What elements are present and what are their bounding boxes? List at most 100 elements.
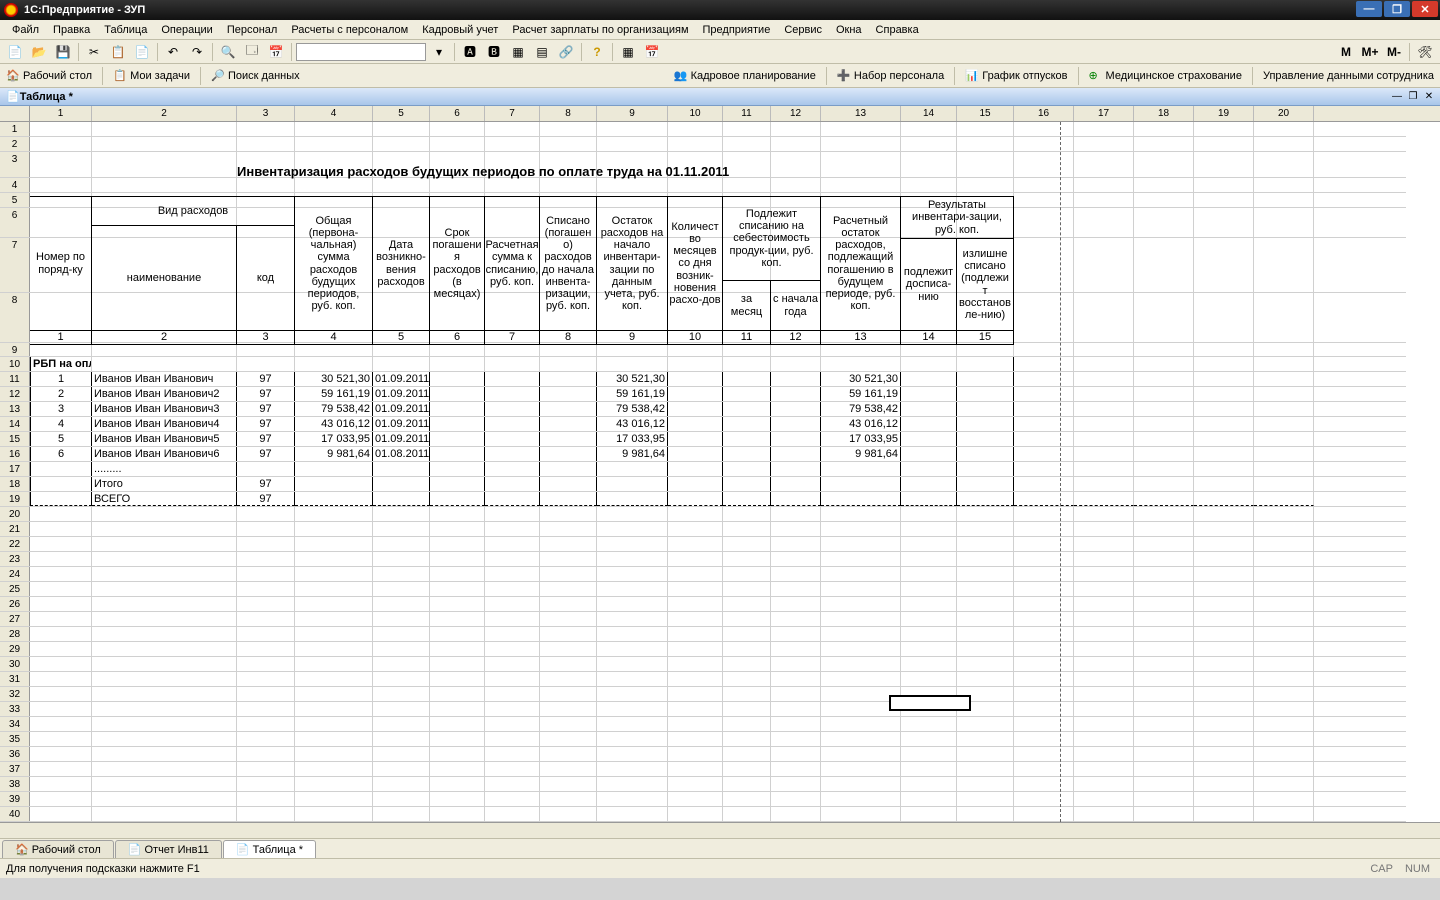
cell[interactable]	[540, 432, 597, 446]
cell[interactable]	[723, 492, 771, 506]
cell[interactable]	[485, 807, 540, 821]
doc-close-icon[interactable]: ✕	[1422, 90, 1436, 104]
cell[interactable]	[668, 387, 723, 401]
cell[interactable]	[373, 612, 430, 626]
cell[interactable]: 2	[30, 387, 92, 401]
cell[interactable]	[901, 732, 957, 746]
cell[interactable]: 59 161,19	[597, 387, 668, 401]
cell[interactable]	[668, 178, 723, 192]
cell[interactable]	[771, 627, 821, 641]
cell[interactable]	[1014, 792, 1074, 806]
row-header[interactable]: 6	[0, 208, 30, 237]
cell[interactable]	[1074, 747, 1134, 761]
cell[interactable]	[430, 122, 485, 136]
cell[interactable]	[597, 612, 668, 626]
cell[interactable]	[92, 137, 237, 151]
cell[interactable]	[1194, 642, 1254, 656]
cell[interactable]	[540, 672, 597, 686]
cell[interactable]	[295, 357, 373, 371]
cell[interactable]	[901, 582, 957, 596]
cell[interactable]	[957, 477, 1014, 491]
cell[interactable]	[771, 387, 821, 401]
cell[interactable]	[30, 642, 92, 656]
cell[interactable]	[723, 417, 771, 431]
cell[interactable]	[1014, 137, 1074, 151]
cell[interactable]	[373, 462, 430, 476]
cell[interactable]	[1074, 447, 1134, 461]
cell[interactable]	[1014, 687, 1074, 701]
cell[interactable]	[901, 492, 957, 506]
cell[interactable]	[957, 372, 1014, 386]
cell[interactable]: 4	[30, 417, 92, 431]
cell[interactable]	[771, 777, 821, 791]
cell[interactable]	[957, 432, 1014, 446]
cell[interactable]	[92, 122, 237, 136]
cell[interactable]	[723, 372, 771, 386]
row-header[interactable]: 40	[0, 807, 30, 821]
cell[interactable]	[597, 567, 668, 581]
a1-icon[interactable]: 🅰	[459, 42, 481, 62]
cell[interactable]	[237, 747, 295, 761]
cell[interactable]	[295, 717, 373, 731]
cell[interactable]	[485, 387, 540, 401]
cell[interactable]	[540, 122, 597, 136]
cell[interactable]	[821, 672, 901, 686]
row-header[interactable]: 32	[0, 687, 30, 701]
cell[interactable]	[30, 552, 92, 566]
open-icon[interactable]: 📂	[28, 42, 50, 62]
cell[interactable]	[1254, 552, 1314, 566]
cell[interactable]	[1254, 492, 1314, 506]
cell[interactable]	[30, 522, 92, 536]
cell[interactable]	[1014, 238, 1074, 292]
row-header[interactable]: 15	[0, 432, 30, 446]
cell[interactable]	[1074, 238, 1134, 292]
cell[interactable]	[1134, 178, 1194, 192]
cell[interactable]	[821, 657, 901, 671]
cell[interactable]	[1014, 462, 1074, 476]
cell[interactable]	[723, 507, 771, 521]
cell[interactable]	[30, 627, 92, 641]
cell[interactable]	[821, 732, 901, 746]
cell[interactable]	[723, 152, 771, 177]
cell[interactable]	[597, 672, 668, 686]
cell[interactable]	[30, 597, 92, 611]
col-20[interactable]: 20	[1254, 106, 1314, 121]
cell[interactable]	[1134, 792, 1194, 806]
cell[interactable]	[485, 492, 540, 506]
cell[interactable]	[1134, 122, 1194, 136]
col-8[interactable]: 8	[540, 106, 597, 121]
cell[interactable]	[771, 122, 821, 136]
row-header[interactable]: 22	[0, 537, 30, 551]
cell[interactable]	[1134, 208, 1194, 237]
row-header[interactable]: 19	[0, 492, 30, 506]
cell[interactable]	[540, 567, 597, 581]
cell[interactable]	[597, 507, 668, 521]
cell[interactable]	[821, 552, 901, 566]
cell[interactable]	[485, 137, 540, 151]
cell[interactable]	[1134, 492, 1194, 506]
cell[interactable]	[1014, 417, 1074, 431]
search-icon[interactable]: 🔍	[217, 42, 239, 62]
cell[interactable]	[295, 747, 373, 761]
cell[interactable]	[771, 552, 821, 566]
cell[interactable]	[30, 762, 92, 776]
cell[interactable]	[668, 657, 723, 671]
cell[interactable]	[901, 657, 957, 671]
cell[interactable]	[30, 178, 92, 192]
row-header[interactable]: 29	[0, 642, 30, 656]
cell[interactable]	[668, 612, 723, 626]
cell[interactable]	[1194, 747, 1254, 761]
cell[interactable]	[821, 477, 901, 491]
cell[interactable]	[1014, 432, 1074, 446]
tab-desktop[interactable]: 🏠Рабочий стол	[2, 840, 114, 858]
cell[interactable]	[957, 492, 1014, 506]
cell[interactable]	[821, 642, 901, 656]
cell[interactable]	[597, 702, 668, 716]
cell[interactable]	[92, 567, 237, 581]
cell[interactable]	[597, 552, 668, 566]
cell[interactable]	[373, 717, 430, 731]
cell[interactable]	[1194, 387, 1254, 401]
cell[interactable]: 01.09.2011	[373, 402, 430, 416]
cell[interactable]	[957, 122, 1014, 136]
cell[interactable]: 43 016,12	[597, 417, 668, 431]
